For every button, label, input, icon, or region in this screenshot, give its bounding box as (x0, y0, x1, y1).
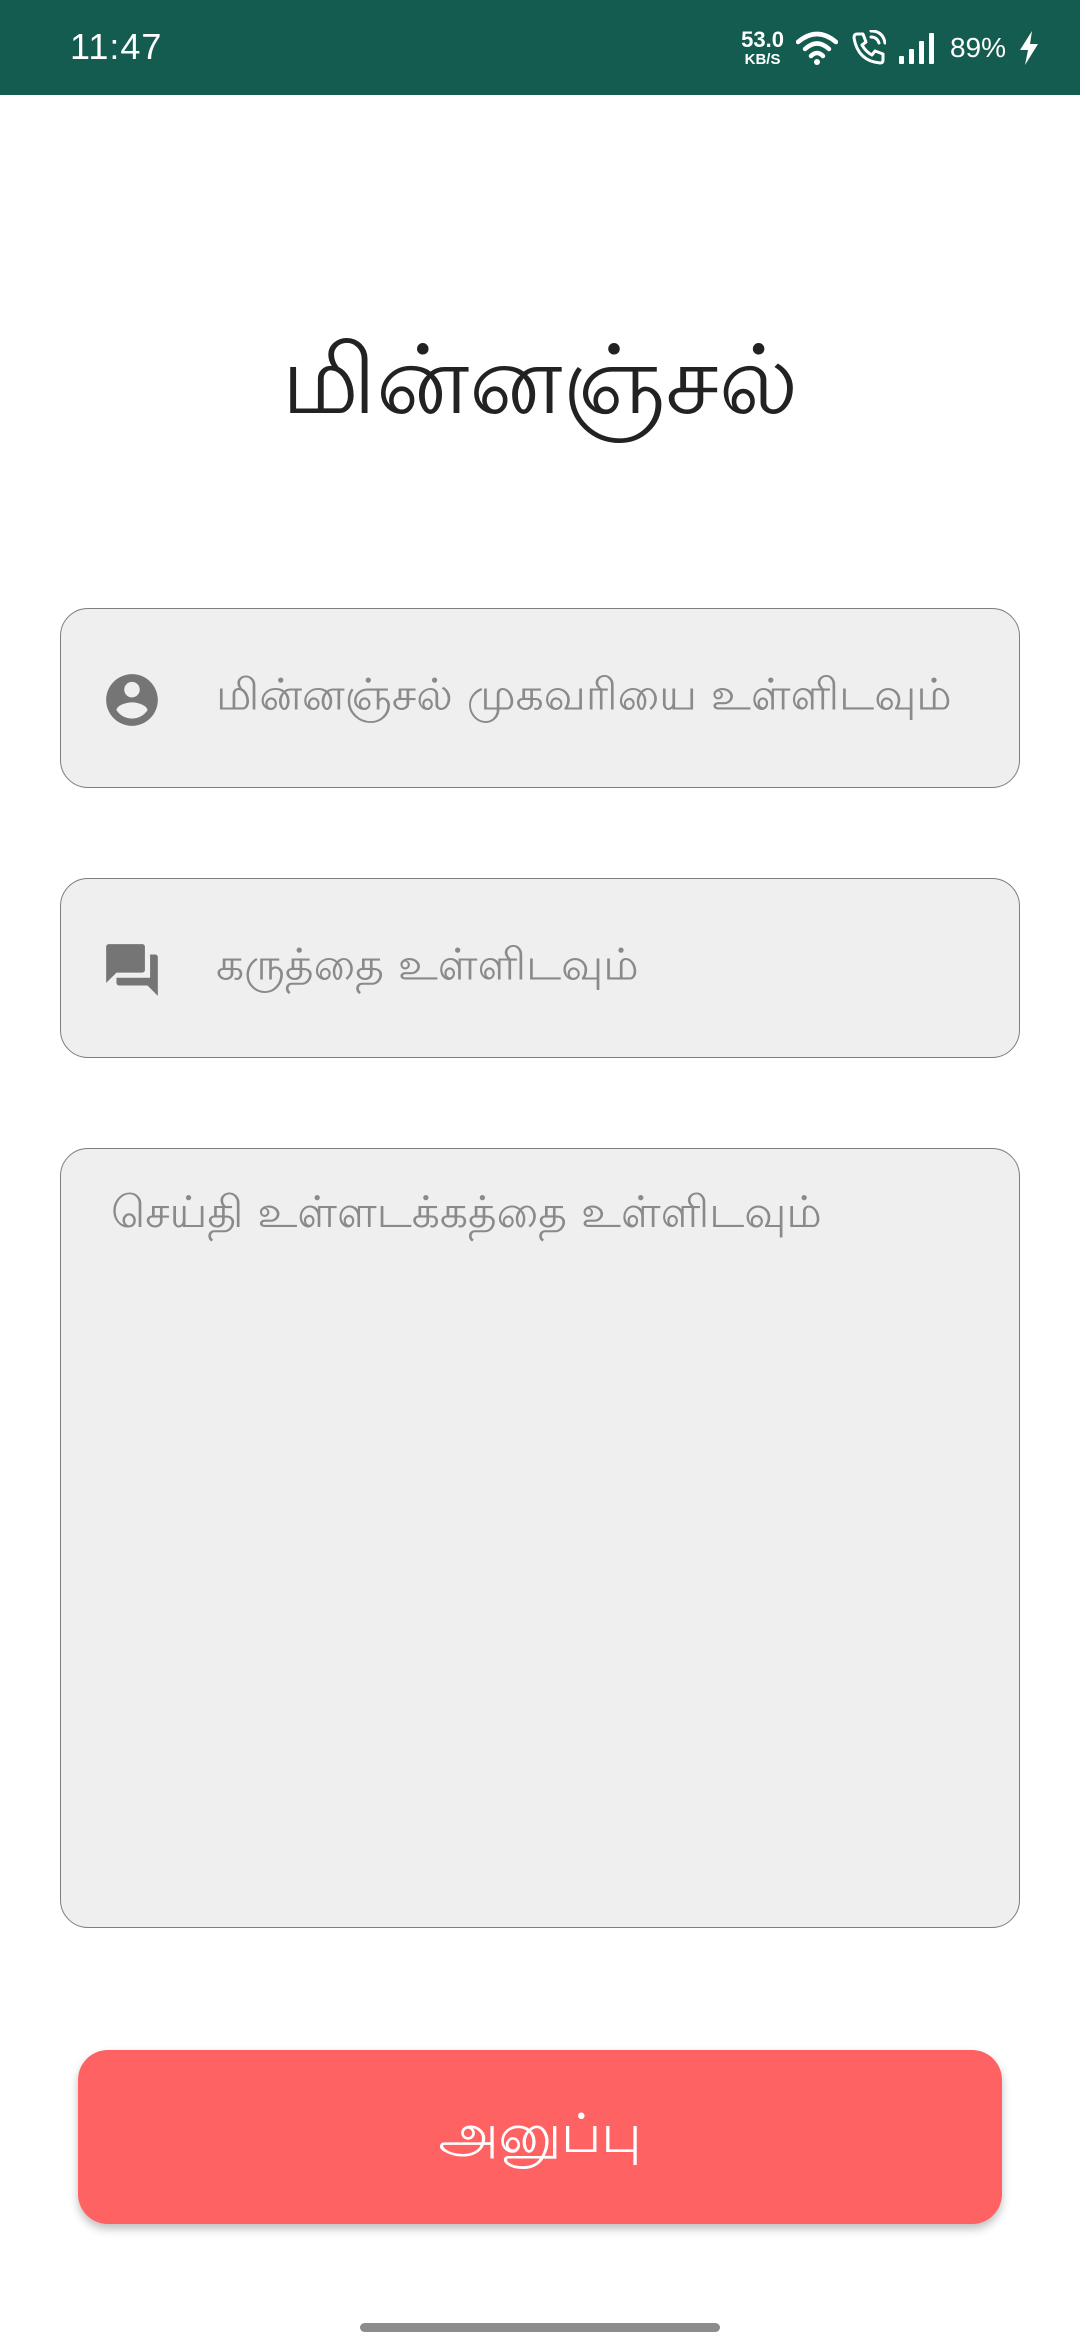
wifi-calling-icon (852, 30, 886, 65)
signal-icon (898, 33, 934, 64)
status-time: 11:47 (70, 26, 163, 67)
network-speed-unit: KB/S (744, 51, 781, 68)
subject-placeholder: கருத்தை உள்ளிடவும் (216, 939, 639, 991)
network-speed: 53.0 KB/S (741, 27, 784, 68)
account-circle-icon (106, 674, 158, 726)
email-placeholder: மின்னஞ்சல் முகவரியை உள்ளிடவும் (216, 669, 952, 721)
send-button[interactable]: அனுப்பு (78, 2050, 1002, 2224)
page-title: மின்னஞ்சல் (281, 324, 799, 436)
forum-icon (106, 944, 158, 996)
message-textarea[interactable]: செய்தி உள்ளடக்கத்தை உள்ளிடவும் (60, 1148, 1020, 1928)
status-icons: 53.0 KB/S 89% (741, 22, 1040, 74)
gesture-nav-handle[interactable] (360, 2323, 720, 2332)
status-bar: 11:47 53.0 KB/S 89% (0, 0, 1080, 95)
battery-percent: 89% (949, 32, 1006, 63)
email-field[interactable]: மின்னஞ்சல் முகவரியை உள்ளிடவும் (60, 608, 1020, 788)
charging-icon (1020, 31, 1038, 65)
subject-field[interactable]: கருத்தை உள்ளிடவும் (60, 878, 1020, 1058)
network-speed-value: 53.0 (741, 27, 784, 52)
wifi-icon (795, 31, 838, 65)
message-placeholder: செய்தி உள்ளடக்கத்தை உள்ளிடவும் (111, 1187, 822, 1238)
